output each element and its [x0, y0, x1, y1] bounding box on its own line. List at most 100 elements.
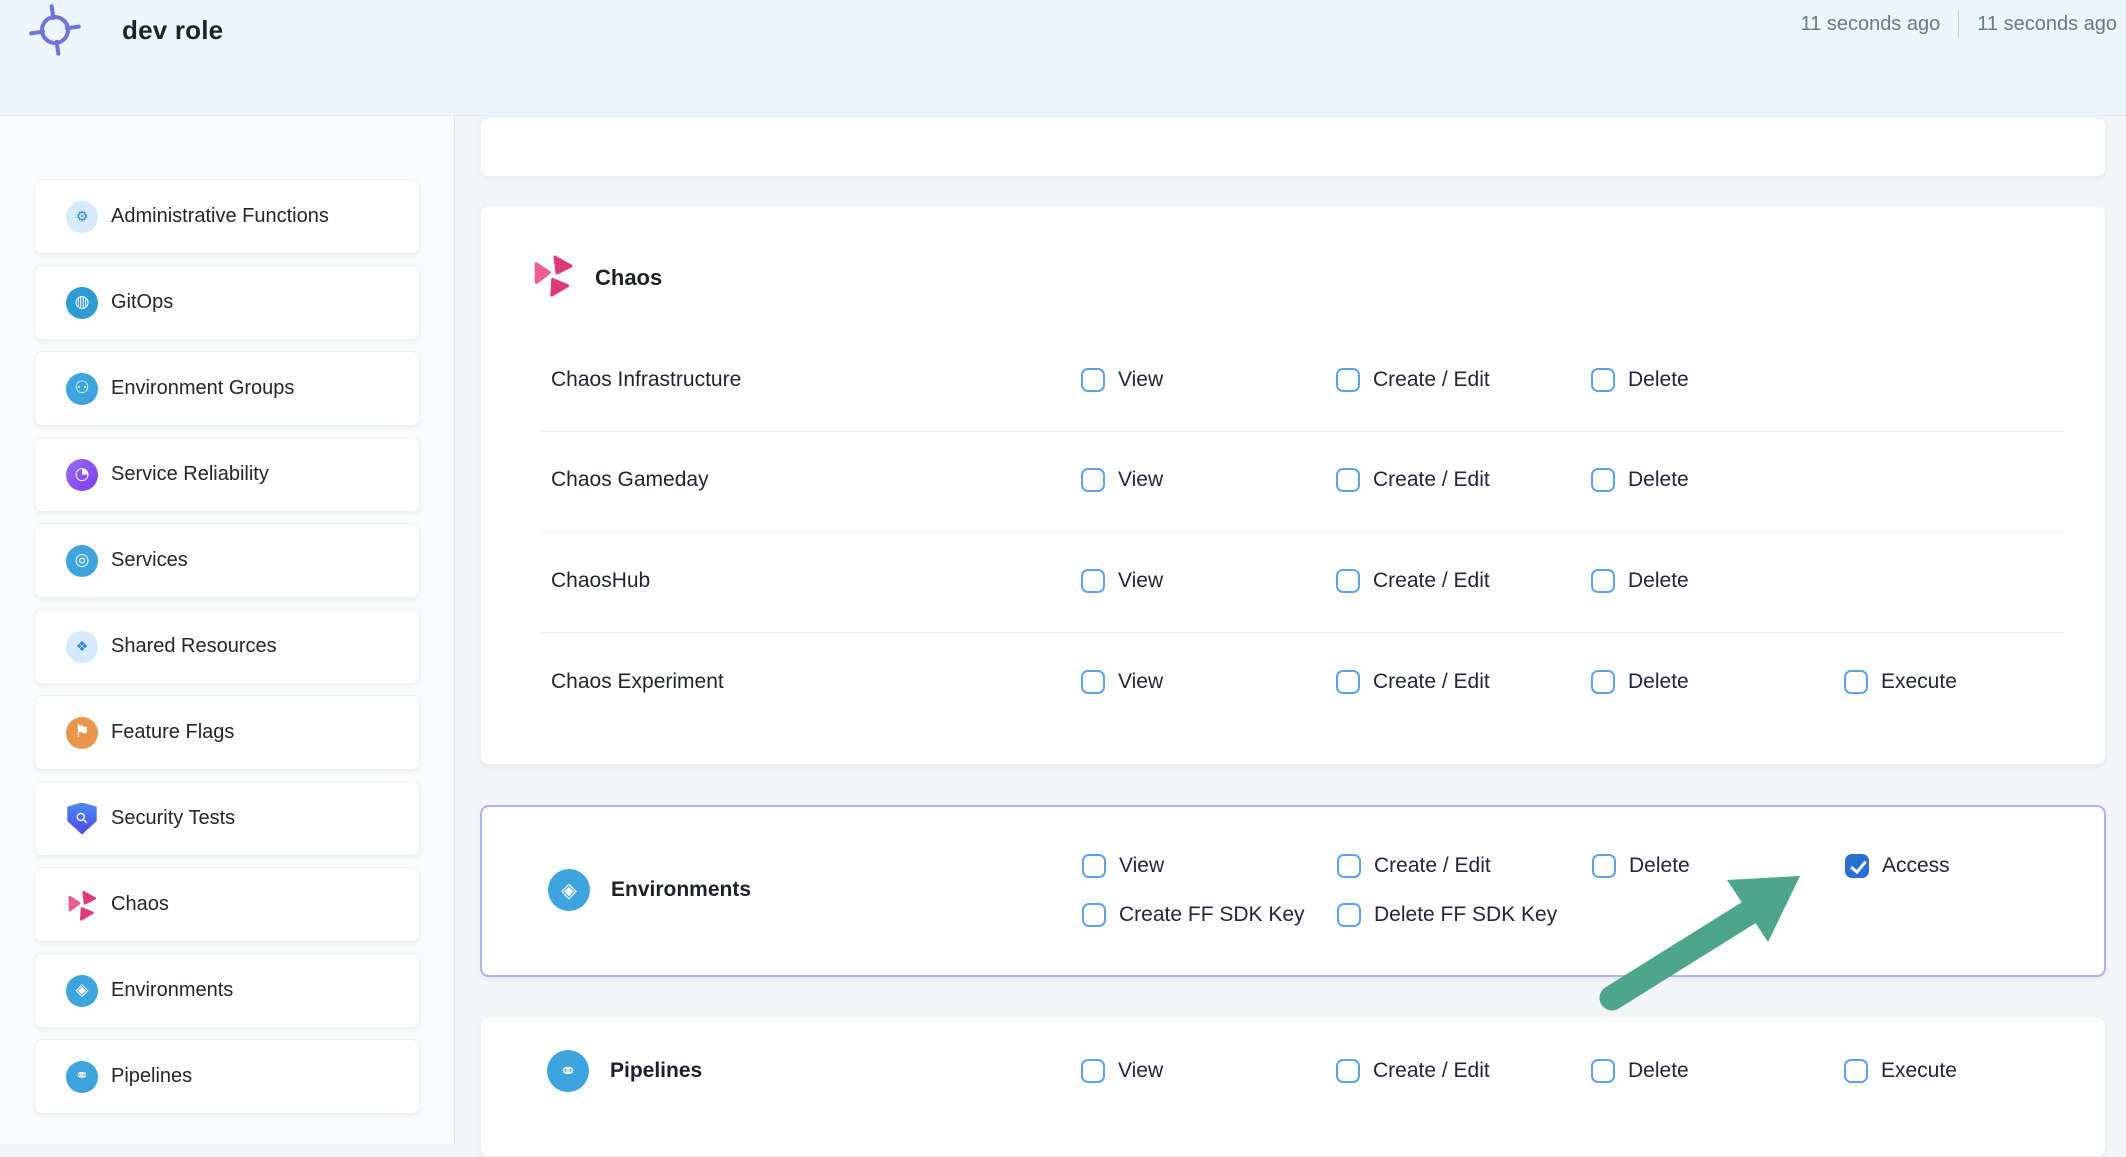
- create-edit-checkbox[interactable]: [1336, 670, 1360, 694]
- delete-checkbox[interactable]: [1591, 670, 1615, 694]
- pipelines-icon: ⚭: [66, 1061, 98, 1093]
- permission-view: View: [1082, 854, 1164, 878]
- checkbox-label: Access: [1882, 854, 1950, 878]
- delete-checkbox[interactable]: [1591, 368, 1615, 392]
- environments-icon: ◈: [66, 975, 98, 1007]
- pipelines-icon: ⚭: [547, 1050, 589, 1092]
- permission-view: View: [1081, 1059, 1163, 1083]
- checkbox-label: Delete: [1628, 569, 1689, 593]
- sidebar-item-pipelines[interactable]: ⚭ Pipelines: [34, 1039, 420, 1114]
- checkbox-label: Delete: [1629, 854, 1690, 878]
- delete-checkbox[interactable]: [1591, 1059, 1615, 1083]
- permission-create-edit: Create / Edit: [1336, 1059, 1490, 1083]
- access-checkbox[interactable]: [1845, 854, 1869, 878]
- sidebar-item-feature-flags[interactable]: ⚑ Feature Flags: [34, 695, 420, 770]
- execute-checkbox[interactable]: [1844, 1059, 1868, 1083]
- resource-label: Chaos Gameday: [551, 468, 709, 492]
- sidebar-item-shared-resources[interactable]: ❖ Shared Resources: [34, 609, 420, 684]
- checkbox-label: Create / Edit: [1373, 468, 1490, 492]
- permission-delete: Delete: [1591, 468, 1689, 492]
- sidebar-item-administrative-functions[interactable]: ⚙ Administrative Functions: [34, 179, 420, 254]
- sidebar-item-chaos[interactable]: Chaos: [34, 867, 420, 942]
- sidebar-item-services[interactable]: ◎ Services: [34, 523, 420, 598]
- delete-checkbox[interactable]: [1591, 569, 1615, 593]
- timestamps: 11 seconds ago 11 seconds ago: [1801, 10, 2118, 38]
- checkbox-label: Execute: [1881, 670, 1957, 694]
- gear-icon: ⚙: [66, 201, 98, 233]
- permission-delete: Delete: [1592, 854, 1690, 878]
- view-checkbox[interactable]: [1081, 468, 1105, 492]
- sidebar-item-security-tests[interactable]: ⚲ Security Tests: [34, 781, 420, 856]
- permission-delete: Delete: [1591, 1059, 1689, 1083]
- timestamp-divider: [1958, 10, 1959, 38]
- checkbox-label: Create / Edit: [1373, 670, 1490, 694]
- resource-sidebar: ⚙ Administrative Functions ◍ GitOps ⚇ En…: [0, 115, 455, 1144]
- delete-checkbox[interactable]: [1591, 468, 1615, 492]
- permission-create-edit: Create / Edit: [1336, 670, 1490, 694]
- permission-view: View: [1081, 368, 1163, 392]
- target-icon: [27, 2, 83, 58]
- permission-create-edit: Create / Edit: [1337, 854, 1491, 878]
- permission-view: View: [1081, 569, 1163, 593]
- shared-resources-icon: ❖: [66, 631, 98, 663]
- section-title: Chaos: [595, 265, 662, 291]
- sidebar-item-label: GitOps: [111, 291, 173, 314]
- checkbox-label: View: [1118, 670, 1163, 694]
- sidebar-item-gitops[interactable]: ◍ GitOps: [34, 265, 420, 340]
- sidebar-item-label: Environments: [111, 979, 233, 1002]
- sidebar-item-label: Feature Flags: [111, 721, 234, 744]
- permission-delete: Delete: [1591, 670, 1689, 694]
- permission-delete: Delete: [1591, 569, 1689, 593]
- sidebar-item-label: Pipelines: [111, 1065, 192, 1088]
- view-checkbox[interactable]: [1081, 1059, 1105, 1083]
- row-divider: [541, 632, 2065, 633]
- view-checkbox[interactable]: [1081, 670, 1105, 694]
- sidebar-item-label: Security Tests: [111, 807, 235, 830]
- create-edit-checkbox[interactable]: [1336, 468, 1360, 492]
- permission-delete: Delete: [1591, 368, 1689, 392]
- resource-label: ChaosHub: [551, 569, 650, 593]
- sidebar-item-label: Shared Resources: [111, 635, 277, 658]
- environments-icon: ◈: [548, 869, 590, 911]
- sidebar-item-label: Administrative Functions: [111, 205, 329, 228]
- permission-create-edit: Create / Edit: [1336, 368, 1490, 392]
- services-icon: ◎: [66, 545, 98, 577]
- delete-ff-sdk-key-checkbox[interactable]: [1337, 903, 1361, 927]
- resource-label: Chaos Experiment: [551, 670, 724, 694]
- checkbox-label: Delete: [1628, 468, 1689, 492]
- checkbox-label: View: [1118, 569, 1163, 593]
- create-ff-sdk-key-checkbox[interactable]: [1082, 903, 1106, 927]
- view-checkbox[interactable]: [1082, 854, 1106, 878]
- checkbox-label: Create / Edit: [1373, 368, 1490, 392]
- view-checkbox[interactable]: [1081, 569, 1105, 593]
- environment-groups-icon: ⚇: [66, 373, 98, 405]
- sidebar-item-service-reliability[interactable]: ◔ Service Reliability: [34, 437, 420, 512]
- permission-access: Access: [1845, 854, 1950, 878]
- execute-checkbox[interactable]: [1844, 670, 1868, 694]
- create-edit-checkbox[interactable]: [1336, 569, 1360, 593]
- create-edit-checkbox[interactable]: [1336, 368, 1360, 392]
- gitops-icon: ◍: [66, 287, 98, 319]
- sidebar-item-label: Chaos: [111, 893, 169, 916]
- sidebar-item-environments[interactable]: ◈ Environments: [34, 953, 420, 1028]
- checkbox-label: View: [1118, 1059, 1163, 1083]
- security-shield-icon: ⚲: [66, 803, 98, 835]
- created-timestamp: 11 seconds ago: [1977, 13, 2117, 36]
- checkbox-label: View: [1118, 468, 1163, 492]
- page-title: dev role: [122, 15, 223, 46]
- checkbox-label: View: [1118, 368, 1163, 392]
- permission-view: View: [1081, 468, 1163, 492]
- checkbox-label: Delete FF SDK Key: [1374, 903, 1557, 927]
- permission-create-ff-sdk-key: Create FF SDK Key: [1082, 903, 1305, 927]
- create-edit-checkbox[interactable]: [1337, 854, 1361, 878]
- delete-checkbox[interactable]: [1592, 854, 1616, 878]
- section-title: Pipelines: [610, 1059, 702, 1083]
- create-edit-checkbox[interactable]: [1336, 1059, 1360, 1083]
- page-header: dev role 11 seconds ago 11 seconds ago: [0, 0, 2126, 116]
- checkbox-label: Create / Edit: [1373, 569, 1490, 593]
- sidebar-item-environment-groups[interactable]: ⚇ Environment Groups: [34, 351, 420, 426]
- partial-card-top: [480, 117, 2106, 177]
- feature-flags-icon: ⚑: [66, 717, 98, 749]
- view-checkbox[interactable]: [1081, 368, 1105, 392]
- checkbox-label: View: [1119, 854, 1164, 878]
